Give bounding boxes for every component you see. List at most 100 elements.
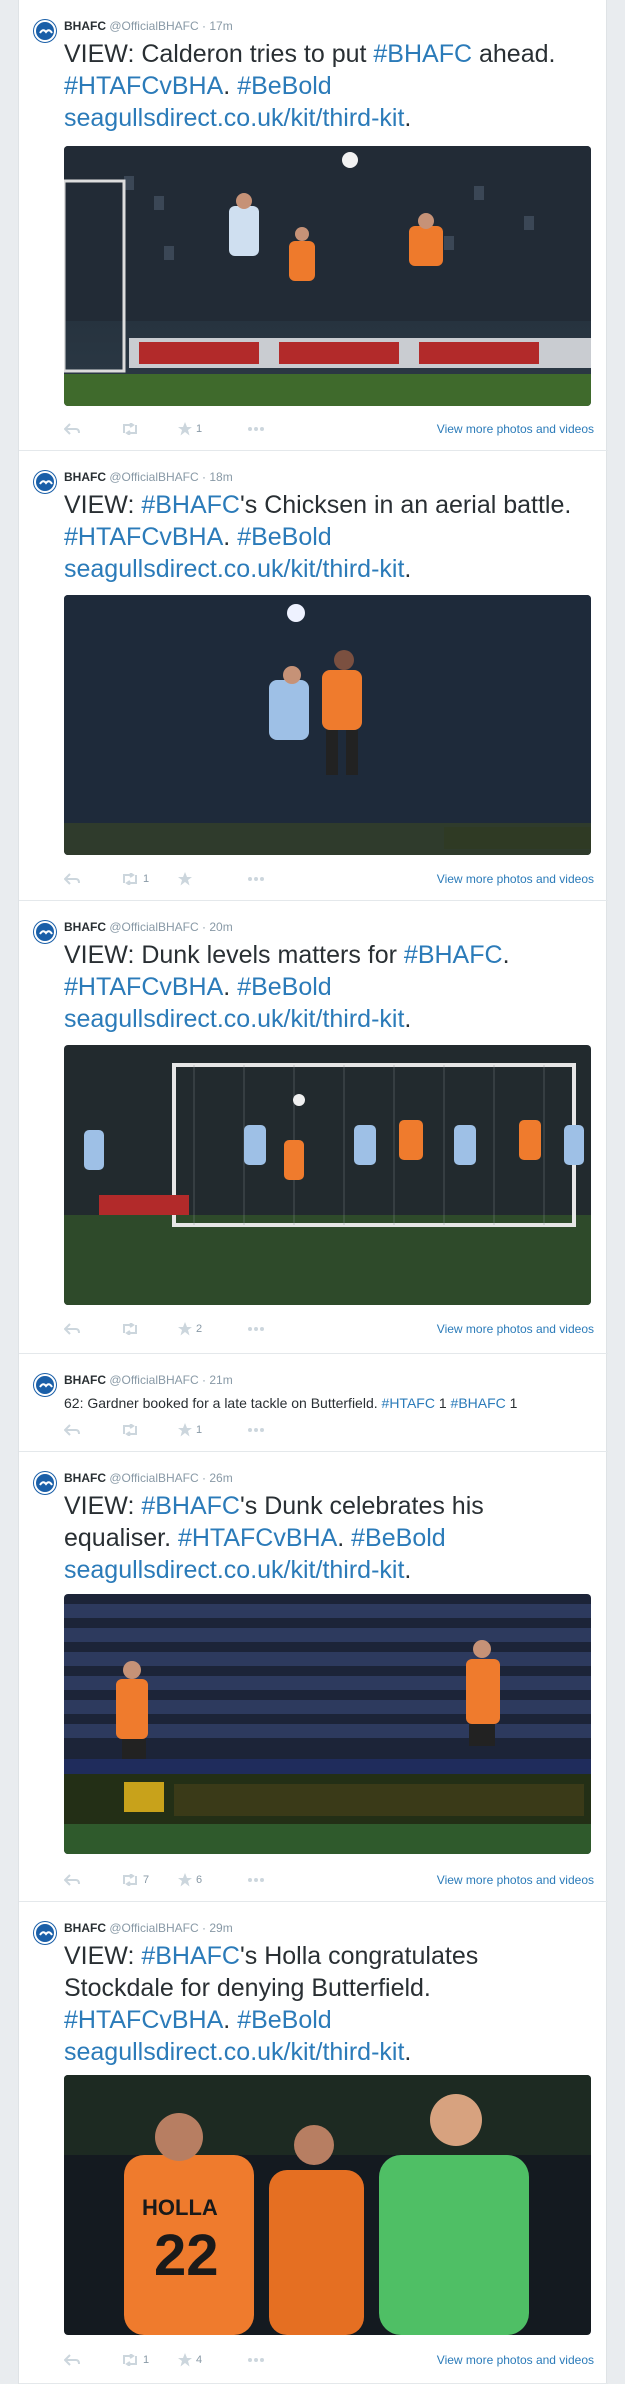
retweet-button[interactable] [121,419,143,439]
more-button[interactable] [248,2350,264,2370]
more-button[interactable] [248,1870,264,1890]
user-handle[interactable]: @OfficialBHAFC [109,470,198,484]
tweet-photo[interactable] [64,595,591,855]
reply-button[interactable] [64,1319,80,1339]
user-handle[interactable]: @OfficialBHAFC [109,19,198,33]
user-name[interactable]: BHAFC [64,1471,106,1485]
hashtag-link[interactable]: #BeBold [237,72,332,100]
favorite-button[interactable]: 1 [178,1420,202,1440]
tweet-time[interactable]: 20m [209,920,232,934]
user-handle[interactable]: @OfficialBHAFC [109,1471,198,1485]
tweet[interactable]: BHAFC @OfficialBHAFC · 20m VIEW: Dunk le… [19,901,608,1354]
tweet-header: BHAFC @OfficialBHAFC · 29m [64,1921,233,1935]
more-button[interactable] [248,1420,264,1440]
tweet-time[interactable]: 29m [209,1921,232,1935]
favorite-button[interactable]: 6 [178,1870,202,1890]
url-link[interactable]: seagullsdirect.co.uk/kit/third-kit [64,1005,404,1033]
retweet-button[interactable]: 7 [121,1870,149,1890]
tweet[interactable]: BHAFC @OfficialBHAFC · 18m VIEW: #BHAFC'… [19,451,608,901]
hashtag-link[interactable]: #HTAFCvBHA [64,2006,223,2034]
avatar[interactable] [34,1472,56,1494]
url-link[interactable]: seagullsdirect.co.uk/kit/third-kit [64,1556,404,1584]
hashtag-link[interactable]: #BHAFC [373,40,472,68]
avatar[interactable] [34,471,56,493]
tweet-time[interactable]: 21m [209,1373,232,1387]
view-more-link[interactable]: View more photos and videos [437,872,594,886]
user-handle[interactable]: @OfficialBHAFC [109,1921,198,1935]
user-name[interactable]: BHAFC [64,19,106,33]
more-button[interactable] [248,1319,264,1339]
hashtag-link[interactable]: #HTAFCvBHA [64,523,223,551]
tweet-header: BHAFC @OfficialBHAFC · 18m [64,470,233,484]
view-more-link[interactable]: View more photos and videos [437,1873,594,1887]
retweet-icon [123,873,137,885]
retweet-icon [123,2354,137,2366]
hashtag-link[interactable]: #BeBold [237,523,332,551]
retweet-icon [123,423,137,435]
url-link[interactable]: seagullsdirect.co.uk/kit/third-kit [64,104,404,132]
favorite-button[interactable]: 1 [178,419,202,439]
retweet-button[interactable]: 1 [121,869,149,889]
favorite-icon [178,2353,192,2367]
tweet-photo[interactable] [64,1045,591,1305]
hashtag-link[interactable]: #BHAFC [141,1942,240,1970]
user-handle[interactable]: @OfficialBHAFC [109,1373,198,1387]
reply-button[interactable] [64,869,80,889]
url-link[interactable]: seagullsdirect.co.uk/kit/third-kit [64,2038,404,2066]
avatar[interactable] [34,921,56,943]
hashtag-link[interactable]: #BHAFC [141,491,240,519]
tweet-text: VIEW: Dunk levels matters for #BHAFC. #H… [64,941,510,1033]
avatar[interactable] [34,1922,56,1944]
favorite-button[interactable]: 4 [178,2350,202,2370]
avatar-seagull-icon [39,1383,53,1388]
more-button[interactable] [248,419,264,439]
reply-button[interactable] [64,1420,80,1440]
user-name[interactable]: BHAFC [64,920,106,934]
hashtag-link[interactable]: #BHAFC [141,1492,240,1520]
retweet-button[interactable]: 1 [121,2350,149,2370]
favorite-count: 1 [196,423,203,435]
view-more-link[interactable]: View more photos and videos [437,1322,594,1336]
url-link[interactable]: seagullsdirect.co.uk/kit/third-kit [64,555,404,583]
reply-icon [64,1424,80,1436]
tweet[interactable]: BHAFC @OfficialBHAFC · 21m 62: Gardner b… [19,1354,608,1452]
tweet-photo[interactable]: HOLLA 22 [64,2075,591,2335]
favorite-button[interactable] [178,869,196,889]
more-button[interactable] [248,869,264,889]
user-name[interactable]: BHAFC [64,1373,106,1387]
reply-icon [64,2354,80,2366]
user-name[interactable]: BHAFC [64,1921,106,1935]
tweet-time[interactable]: 26m [209,1471,232,1485]
retweet-button[interactable] [121,1319,143,1339]
favorite-icon [178,872,192,886]
user-name[interactable]: BHAFC [64,470,106,484]
favorite-icon [178,1322,192,1336]
view-more-link[interactable]: View more photos and videos [437,2353,594,2367]
retweet-button[interactable] [121,1420,143,1440]
view-more-link[interactable]: View more photos and videos [437,422,594,436]
hashtag-link[interactable]: #BHAFC [404,941,503,969]
hashtag-link[interactable]: #BeBold [237,2006,332,2034]
hashtag-link[interactable]: #HTAFCvBHA [64,973,223,1001]
avatar[interactable] [34,1374,56,1396]
reply-button[interactable] [64,1870,80,1890]
favorite-count: 4 [196,2354,203,2366]
favorite-button[interactable]: 2 [178,1319,202,1339]
hashtag-link[interactable]: #HTAFCvBHA [178,1524,337,1552]
tweet-photo[interactable] [64,1594,591,1854]
tweet[interactable]: BHAFC @OfficialBHAFC · 29m VIEW: #BHAFC'… [19,1902,608,2384]
tweet[interactable]: BHAFC @OfficialBHAFC · 26m VIEW: #BHAFC'… [19,1452,608,1902]
tweet-time[interactable]: 17m [209,19,232,33]
hashtag-link[interactable]: #HTAFCvBHA [64,72,223,100]
user-handle[interactable]: @OfficialBHAFC [109,920,198,934]
hashtag-link[interactable]: #BeBold [237,973,332,1001]
tweet[interactable]: BHAFC @OfficialBHAFC · 17m VIEW: Caldero… [19,0,608,451]
avatar[interactable] [34,20,56,42]
hashtag-link[interactable]: #BeBold [351,1524,446,1552]
tweet-time[interactable]: 18m [209,470,232,484]
hashtag-link[interactable]: #HTAFC [382,1395,435,1411]
reply-button[interactable] [64,2350,80,2370]
reply-button[interactable] [64,419,80,439]
tweet-photo[interactable] [64,146,591,406]
hashtag-link[interactable]: #BHAFC [451,1395,506,1411]
